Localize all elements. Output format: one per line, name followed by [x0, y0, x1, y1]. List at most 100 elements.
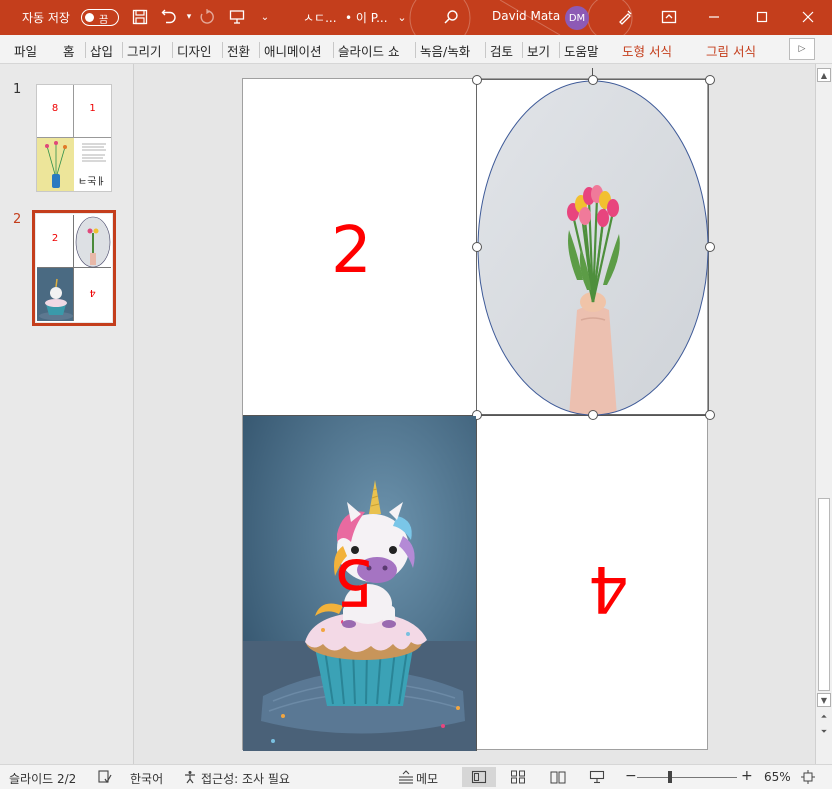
thumb-number: 4	[89, 286, 96, 298]
toggle-knob	[85, 13, 94, 22]
accessibility-status[interactable]: 접근성: 조사 필요	[201, 770, 290, 787]
title-bar: 자동 저장 끔 ▾ ⌄ ㅅㄷ... • 이 P... ⌄ David Mata …	[0, 0, 832, 35]
tab-separator	[85, 42, 86, 58]
tab-transitions[interactable]: 전환	[227, 41, 250, 60]
double-down-icon: ⏷	[820, 727, 828, 736]
tab-separator	[415, 42, 416, 58]
thumb-rotated-text: ㅔ논ㅋ	[78, 174, 106, 185]
save-icon[interactable]	[129, 6, 151, 28]
user-name[interactable]: David Mata	[492, 9, 560, 23]
tab-record[interactable]: 녹음/녹화	[420, 41, 470, 60]
tab-review[interactable]: 검토	[490, 41, 513, 60]
zoom-level[interactable]: 65%	[764, 770, 791, 784]
ribbon-tabs: 파일 홈 삽입 그리기 디자인 전환 애니메이션 슬라이드 쇼 녹음/녹화 검토…	[0, 35, 832, 64]
zoom-out-button[interactable]: −	[625, 768, 637, 784]
resize-handle-top-left[interactable]	[472, 75, 482, 85]
slide-number-two[interactable]: 2	[331, 214, 372, 288]
resize-handle-top-right[interactable]	[705, 75, 715, 85]
language-indicator[interactable]: 한국어	[130, 770, 163, 787]
slideshow-button[interactable]	[580, 767, 614, 787]
slide-number-four-rotated[interactable]: 4	[588, 551, 629, 625]
resize-handle-bottom-right[interactable]	[705, 410, 715, 420]
scroll-up-button[interactable]: ▲	[817, 68, 831, 82]
tab-home[interactable]: 홈	[63, 41, 75, 60]
tab-separator	[485, 42, 486, 58]
tab-picture-format[interactable]: 그림 서식	[706, 41, 756, 60]
tab-shape-format[interactable]: 도형 서식	[622, 41, 672, 60]
slide-thumbnail-1[interactable]: 8 1 ㅔ논ㅋ	[36, 84, 112, 192]
document-location[interactable]: • 이 P...	[345, 9, 388, 26]
thumb-quadrant: 4	[74, 268, 111, 321]
tab-animations[interactable]: 애니메이션	[264, 41, 322, 60]
vertical-scrollbar[interactable]: ▲ ▼ ⏶ ⏷	[815, 64, 832, 764]
title-dropdown-icon[interactable]: ⌄	[391, 6, 413, 28]
thumb-vase-image	[37, 138, 74, 191]
reading-view-button[interactable]	[541, 767, 575, 787]
customize-toolbar-icon[interactable]: ⌄	[254, 6, 276, 28]
slide-editing-area[interactable]: 2 5 4	[135, 64, 815, 764]
accessibility-icon[interactable]	[183, 770, 197, 787]
designer-pen-icon[interactable]	[614, 6, 636, 28]
flower-ellipse-image[interactable]	[477, 80, 710, 416]
thumb-number: 8	[51, 103, 59, 115]
normal-view-button[interactable]	[462, 767, 496, 787]
presentation-icon[interactable]	[226, 6, 248, 28]
notes-button[interactable]: 메모	[416, 770, 438, 787]
thumbnail-number-active: 2	[13, 212, 22, 227]
tab-help[interactable]: 도움말	[564, 41, 599, 60]
thumb-text-block: ㅔ논ㅋ	[74, 138, 111, 191]
scroll-thumb[interactable]	[818, 498, 830, 691]
maximize-icon[interactable]	[751, 6, 773, 28]
tab-insert[interactable]: 삽입	[90, 41, 113, 60]
thumbnail-number: 1	[13, 82, 22, 97]
minimize-icon[interactable]	[703, 6, 725, 28]
zoom-slider-thumb[interactable]	[668, 771, 672, 783]
double-up-icon: ⏶	[820, 712, 828, 721]
avatar[interactable]: DM	[565, 6, 589, 30]
zoom-in-button[interactable]: +	[741, 768, 753, 784]
slide-sorter-button[interactable]	[501, 767, 535, 787]
thumb-quadrant: 1	[74, 85, 111, 138]
notes-icon[interactable]	[398, 770, 414, 787]
slide-counter: 슬라이드 2/2	[9, 772, 77, 786]
fit-to-window-icon[interactable]	[801, 770, 815, 787]
presentation-icon	[589, 770, 605, 784]
undo-icon[interactable]	[158, 6, 180, 28]
autosave-label: 자동 저장	[22, 11, 70, 25]
triangle-down-icon: ▼	[820, 695, 828, 705]
scroll-down-button[interactable]: ▼	[817, 693, 831, 707]
next-slide-button[interactable]: ⏷	[817, 725, 831, 739]
thumb-quadrant: 8	[37, 85, 74, 138]
resize-handle-top[interactable]	[588, 75, 598, 85]
grid-icon	[511, 770, 525, 784]
tab-separator	[559, 42, 560, 58]
spelling-check-icon[interactable]	[98, 770, 112, 787]
tab-design[interactable]: 디자인	[177, 41, 212, 60]
document-title[interactable]: ㅅㄷ...	[303, 9, 337, 26]
resize-handle-bottom[interactable]	[588, 410, 598, 420]
redo-icon[interactable]	[196, 6, 218, 28]
slide-number-five-rotated[interactable]: 5	[333, 544, 374, 618]
slide-thumbnail-2[interactable]: 2 4	[32, 210, 116, 326]
previous-slide-button[interactable]: ⏶	[817, 710, 831, 724]
resize-handle-left[interactable]	[472, 242, 482, 252]
search-icon[interactable]	[440, 6, 462, 28]
close-icon[interactable]	[797, 6, 819, 28]
tab-draw[interactable]: 그리기	[127, 41, 162, 60]
resize-handle-right[interactable]	[705, 242, 715, 252]
tab-slideshow[interactable]: 슬라이드 쇼	[338, 41, 399, 60]
rotate-handle[interactable]	[592, 68, 593, 76]
tab-separator	[222, 42, 223, 58]
slide[interactable]: 2 5 4	[242, 68, 715, 751]
ribbon-scroll-right-button[interactable]: ▷	[789, 38, 815, 60]
tab-separator	[522, 42, 523, 58]
thumb-cupcake-image	[37, 268, 74, 321]
thumb-number: 1	[89, 103, 96, 115]
selected-picture[interactable]	[472, 68, 715, 420]
autosave-toggle[interactable]: 끔	[81, 9, 119, 26]
tab-file[interactable]: 파일	[14, 41, 37, 60]
zoom-slider-track[interactable]	[637, 777, 737, 778]
tab-view[interactable]: 보기	[527, 41, 550, 60]
thumb-flower-image	[74, 215, 111, 268]
ribbon-display-icon[interactable]	[658, 6, 680, 28]
